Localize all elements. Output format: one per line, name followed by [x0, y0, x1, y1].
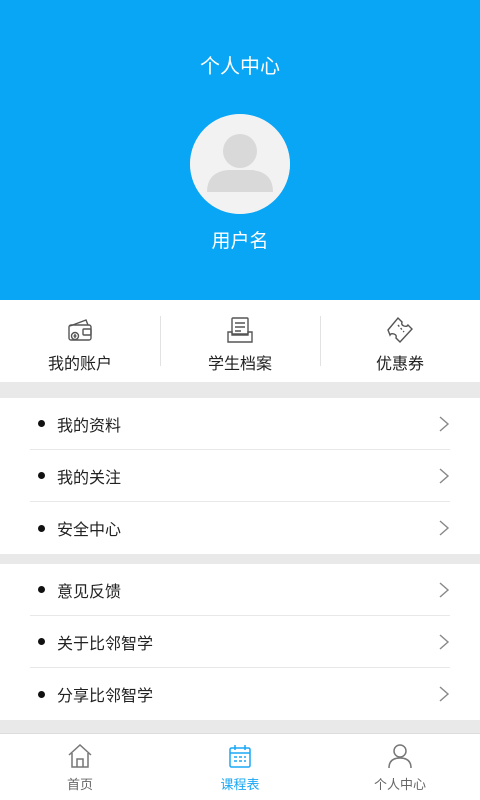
student-archive-button[interactable]: 学生档案	[160, 300, 320, 382]
avatar[interactable]	[190, 114, 290, 214]
bullet	[38, 690, 45, 698]
tab-schedule-label: 课程表	[220, 778, 260, 793]
tab-profile-label: 个人中心	[373, 778, 426, 793]
menu-item-label: 我的资料	[57, 415, 122, 435]
tab-home-label: 首页	[66, 778, 93, 793]
menu-group-profile: 我的资料 我的关注 安全中心	[0, 398, 480, 554]
menu-item-label: 分享比邻智学	[57, 686, 154, 705]
wallet-icon	[64, 314, 96, 346]
bullet	[38, 472, 45, 479]
quick-actions: 我的账户 学生档案 优惠券	[0, 300, 480, 382]
tab-schedule[interactable]: 课程表	[160, 734, 320, 800]
bottom-tab-bar: 首页 课程表 个人中心	[0, 733, 480, 800]
profile-header: 个人中心 用户名	[0, 0, 480, 300]
calendar-icon	[226, 742, 254, 770]
menu-item-feedback[interactable]: 意见反馈	[30, 564, 450, 616]
menu-item-share[interactable]: 分享比邻智学	[30, 668, 450, 720]
page-title: 个人中心	[200, 54, 280, 78]
archive-icon	[224, 314, 256, 346]
chevron-right-icon	[438, 581, 450, 599]
default-avatar-icon	[190, 114, 290, 214]
bullet	[38, 524, 45, 532]
my-account-label: 我的账户	[47, 354, 112, 373]
menu-item-label: 我的关注	[57, 467, 122, 487]
tab-profile[interactable]: 个人中心	[320, 734, 480, 800]
username[interactable]: 用户名	[0, 226, 480, 253]
bullet	[38, 420, 45, 427]
my-account-button[interactable]: 我的账户	[0, 300, 160, 382]
chevron-right-icon	[438, 685, 450, 703]
student-archive-label: 学生档案	[207, 354, 272, 373]
menu-item-security-center[interactable]: 安全中心	[30, 502, 450, 554]
home-icon	[66, 742, 94, 770]
bullet	[38, 638, 45, 645]
tab-home[interactable]: 首页	[0, 734, 160, 800]
chevron-right-icon	[438, 467, 450, 485]
coupon-button[interactable]: 优惠券	[320, 300, 480, 382]
menu-item-label: 安全中心	[57, 520, 122, 539]
menu-item-about[interactable]: 关于比邻智学	[30, 616, 450, 668]
menu-item-label: 意见反馈	[57, 581, 122, 601]
menu-item-label: 关于比邻智学	[57, 633, 154, 653]
chevron-right-icon	[438, 633, 450, 651]
menu-item-my-follows[interactable]: 我的关注	[30, 450, 450, 502]
chevron-right-icon	[438, 415, 450, 433]
menu-group-about: 意见反馈 关于比邻智学 分享比邻智学	[0, 564, 480, 720]
person-icon	[386, 742, 414, 770]
menu-item-my-profile[interactable]: 我的资料	[30, 398, 450, 450]
coupon-label: 优惠券	[375, 354, 424, 373]
coupon-icon	[384, 314, 416, 346]
chevron-right-icon	[438, 519, 450, 537]
bullet	[38, 586, 45, 593]
